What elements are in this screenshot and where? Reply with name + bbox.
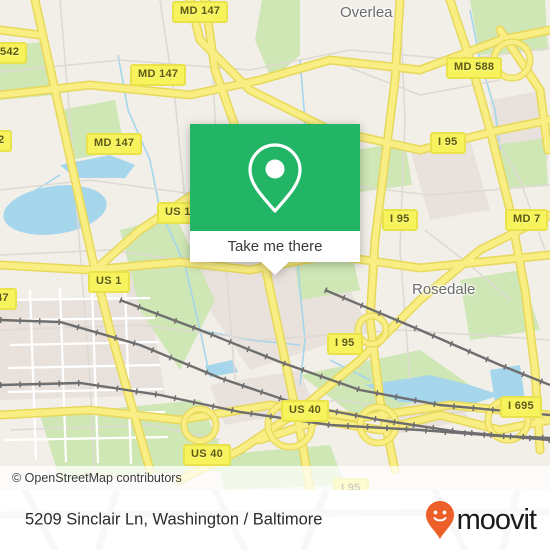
place-label-overlea: Overlea (340, 4, 393, 21)
road-shield: MD 147 (86, 133, 143, 155)
callout-action-bar[interactable]: Take me there (190, 231, 360, 262)
road-shield: I 95 (382, 209, 418, 231)
location-title: 5209 Sinclair Ln, Washington / Baltimore (25, 510, 323, 529)
road-shield: MD 588 (446, 57, 503, 79)
road-shield: US 40 (183, 444, 232, 466)
road-shield: MD 147 (130, 64, 187, 86)
map-result-screen: Overlea Rosedale MD 147 MD 588 542 MD 14… (0, 0, 550, 550)
take-me-there-callout[interactable]: Take me there (190, 124, 360, 275)
footer-bar: 5209 Sinclair Ln, Washington / Baltimore… (0, 490, 550, 550)
map-pin-icon (248, 142, 302, 213)
road-shield: MD 147 (172, 1, 229, 23)
road-shield: 2 (0, 130, 13, 152)
road-shield: MD 7 (505, 209, 549, 231)
road-shield: I 95 (327, 333, 363, 355)
road-shield: I 695 (500, 396, 542, 418)
moovit-wordmark: moovit (456, 503, 537, 536)
road-shield: I 95 (430, 132, 466, 154)
osm-attribution-bar: © OpenStreetMap contributors (0, 466, 550, 490)
road-shield: US 40 (281, 400, 330, 422)
moovit-brand[interactable]: moovit (425, 500, 537, 540)
osm-attribution-text[interactable]: © OpenStreetMap contributors (0, 471, 182, 485)
place-label-rosedale: Rosedale (412, 281, 476, 298)
moovit-smiley-pin-icon (425, 501, 454, 539)
take-me-there-label: Take me there (227, 238, 323, 255)
road-shield: US 1 (88, 271, 130, 293)
road-shield: 47 (0, 288, 17, 310)
callout-icon-panel (190, 124, 360, 231)
callout-pointer (261, 262, 289, 275)
road-shield: 542 (0, 42, 28, 64)
